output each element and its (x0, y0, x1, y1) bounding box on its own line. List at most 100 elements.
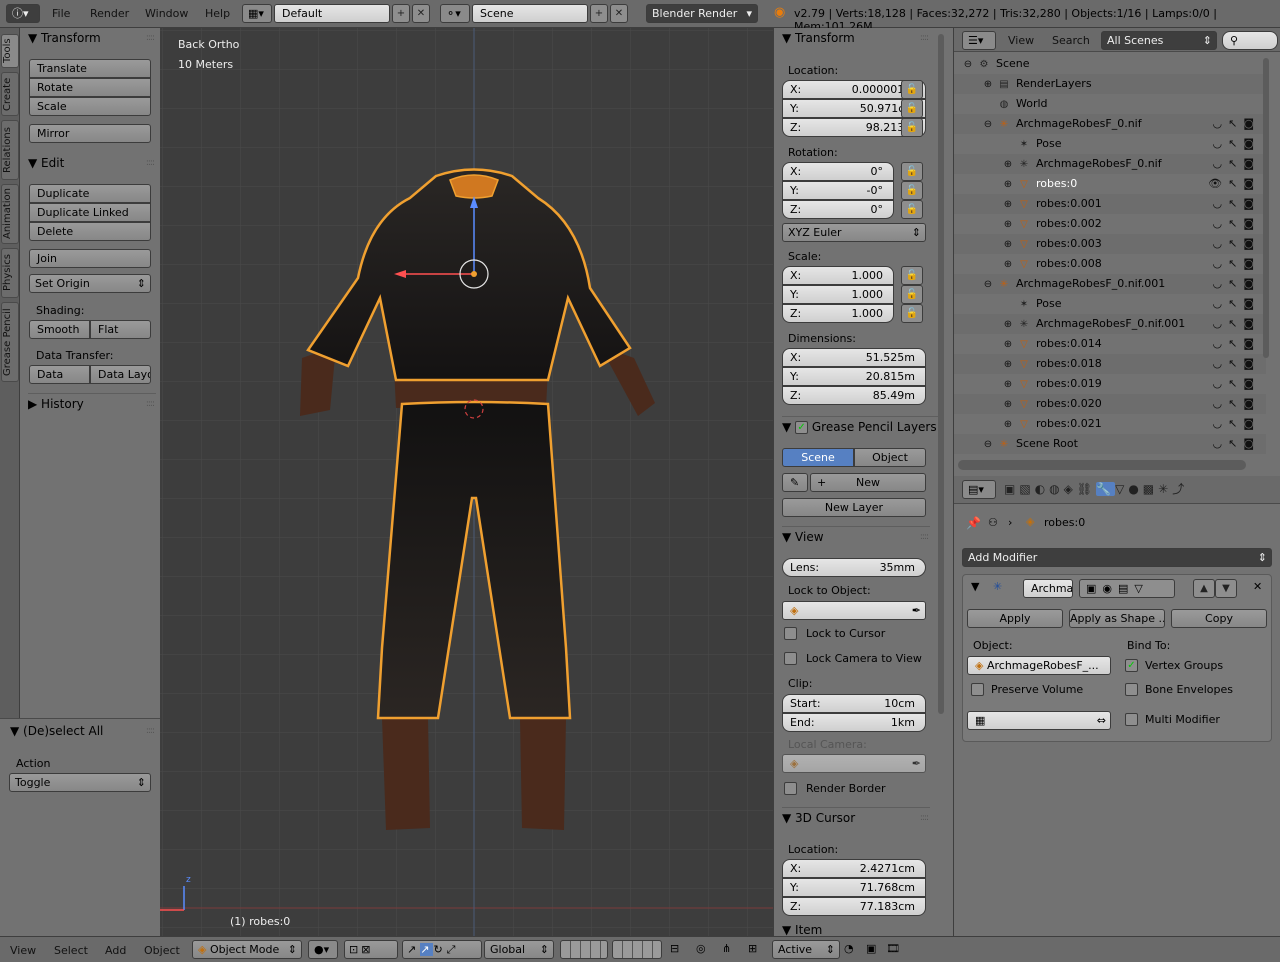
outliner-row[interactable]: ⊖ ⚙ Scene (954, 54, 1266, 74)
outliner-row[interactable]: ✶ Pose ◡↖◙ (954, 134, 1266, 154)
eyedropper-icon[interactable]: ✒ (912, 602, 921, 619)
scene-tab-icon[interactable]: ◐ (1035, 482, 1049, 496)
render-engine-select[interactable]: Blender Render ▾ (646, 4, 758, 23)
scene-name-field[interactable]: Scene (472, 4, 588, 23)
outliner-row[interactable]: ⊕ ▽ robes:0 👁↖◙ (954, 174, 1266, 194)
add-modifier-dropdown[interactable]: Add Modifier ⇕ (962, 548, 1272, 567)
opengl-animation-icon[interactable]: 🎞 (886, 942, 900, 955)
restriction-toggles[interactable]: ◡↖◙ (1213, 274, 1261, 294)
lock-icon[interactable]: 🔓 (901, 80, 923, 99)
copy-button[interactable]: Copy (1171, 609, 1267, 628)
outliner-row[interactable]: ⊕ ▽ robes:0.008 ◡↖◙ (954, 254, 1266, 274)
expand-icon[interactable]: ⊕ (1002, 375, 1014, 395)
scale-y-field[interactable]: Y: 1.000 (782, 285, 894, 304)
data-tab-icon[interactable]: ▽ (1115, 482, 1128, 496)
restriction-toggles[interactable]: ◡↖◙ (1213, 214, 1261, 234)
edit-mode-icon[interactable]: ▣ (1086, 582, 1102, 595)
rotation-x-field[interactable]: X: 0° (782, 162, 894, 181)
menu-window[interactable]: Window (145, 7, 188, 20)
expand-icon[interactable]: ⊕ (1002, 395, 1014, 415)
cursor-x-field[interactable]: X: 2.4271cm (782, 859, 926, 878)
outliner-view-menu[interactable]: View (1008, 34, 1034, 47)
outliner-row[interactable]: ⊕ ▽ robes:0.001 ◡↖◙ (954, 194, 1266, 214)
menu-add[interactable]: Add (105, 944, 126, 957)
outliner-row[interactable]: ⊕ ▽ robes:0.021 ◡↖◙ (954, 414, 1266, 434)
menu-view[interactable]: View (10, 944, 36, 957)
cage-icon[interactable]: ▽ (1134, 582, 1148, 595)
expand-icon[interactable]: ⊕ (1002, 315, 1014, 335)
gp-new-button[interactable]: + New (810, 473, 926, 492)
outliner-row[interactable]: ⊕ ✳ ArchmageRobesF_0.nif ◡↖◙ (954, 154, 1266, 174)
outliner-row[interactable]: ⊖ ✳ ArchmageRobesF_0.nif ◡↖◙ (954, 114, 1266, 134)
expand-icon[interactable]: ⊕ (1002, 335, 1014, 355)
particles-tab-icon[interactable]: ✳ (1158, 482, 1172, 496)
proportional-edit-icon[interactable]: ◎ (696, 942, 706, 955)
cursor-z-field[interactable]: Z: 77.183cm (782, 897, 926, 916)
invert-icon[interactable]: ⇔ (1097, 712, 1106, 729)
remove-scene-icon[interactable]: ✕ (610, 4, 628, 23)
opengl-render-icon[interactable]: ▣ (866, 942, 876, 955)
expand-icon[interactable]: ⊖ (982, 115, 994, 135)
pin-icon[interactable]: 📌 (966, 516, 981, 530)
expand-icon[interactable]: ⊕ (1002, 235, 1014, 255)
outliner-row[interactable]: ✶ Pose ◡↖◙ (954, 294, 1266, 314)
expand-icon[interactable]: ⊖ (962, 55, 974, 75)
gp-scene-button[interactable]: Scene (782, 448, 854, 467)
mirror-button[interactable]: Mirror (29, 124, 151, 143)
tab-create[interactable]: Create (1, 72, 19, 116)
translate-button[interactable]: Translate (29, 59, 151, 78)
data-layout-button[interactable]: Data Layo (90, 365, 151, 384)
rotation-y-field[interactable]: Y: -0° (782, 181, 894, 200)
lock-icon[interactable]: 🔓 (901, 181, 923, 200)
armature-object-field[interactable]: ◈ ArchmageRobesF_... (967, 656, 1111, 675)
grease-pencil-layers-header[interactable]: ▼ ✓ Grease Pencil Layers (782, 416, 942, 436)
restriction-toggles[interactable]: ◡↖◙ (1213, 374, 1261, 394)
expand-icon[interactable]: ⊕ (1002, 355, 1014, 375)
multi-modifier-checkbox[interactable] (1125, 713, 1138, 726)
constraints-tab-icon[interactable]: ⛓ (1077, 482, 1096, 496)
restriction-toggles[interactable]: ◡↖◙ (1213, 334, 1261, 354)
translate-manipulator-icon[interactable]: ↗ (407, 943, 420, 956)
outliner-row[interactable]: ⊕ ▽ robes:0.002 ◡↖◙ (954, 214, 1266, 234)
render-border-checkbox[interactable] (784, 782, 797, 795)
lock-object-field[interactable]: ◈ ✒ (782, 601, 926, 620)
pencil-icon[interactable]: ✎ (782, 473, 808, 492)
expand-icon[interactable]: ⊕ (1002, 255, 1014, 275)
outliner-hscrollbar[interactable] (958, 460, 1246, 470)
move-manipulator-icon[interactable]: ↗ (420, 943, 434, 956)
expand-icon[interactable]: ⊕ (982, 75, 994, 95)
outliner-row[interactable]: ⊕ ▤ RenderLayers (954, 74, 1266, 94)
outliner-row[interactable]: ⊕ ✳ ArchmageRobesF_0.nif.001 ◡↖◙ (954, 314, 1266, 334)
snap-target-dropdown[interactable]: Active ⇕ (772, 940, 840, 959)
clip-end-field[interactable]: End: 1km (782, 713, 926, 732)
deselect-panel-header[interactable]: ▼ (De)select All:::: (10, 721, 156, 741)
snap-icon[interactable]: ⋔ (722, 942, 731, 955)
restriction-toggles[interactable]: 👁↖◙ (1208, 174, 1260, 194)
lock-icon[interactable]: 🔓 (901, 99, 923, 118)
n-transform-header[interactable]: ▼ Transform:::: (782, 28, 930, 48)
duplicate-linked-button[interactable]: Duplicate Linked (29, 203, 151, 222)
expand-icon[interactable]: ⊕ (1002, 155, 1014, 175)
expand-icon[interactable]: ⊕ (1002, 195, 1014, 215)
mode-dropdown[interactable]: ◈ Object Mode ⇕ (192, 940, 302, 959)
edit-panel-header[interactable]: ▼ Edit:::: (28, 153, 156, 173)
outliner-row[interactable]: ⊕ ▽ robes:0.020 ◡↖◙ (954, 394, 1266, 414)
history-panel-header[interactable]: ▶ History:::: (28, 393, 156, 413)
rotation-z-field[interactable]: Z: 0° (782, 200, 894, 219)
move-down-icon[interactable]: ▼ (1215, 579, 1237, 598)
scale-manipulator-icon[interactable]: ⤢ (447, 943, 460, 956)
viewport-shading-icon[interactable]: ●▾ (308, 940, 338, 959)
restriction-toggles[interactable]: ◡↖◙ (1213, 254, 1261, 274)
physics-tab-icon[interactable]: ⤴ (1172, 482, 1188, 496)
outliner-row[interactable]: ⊕ ▽ robes:0.003 ◡↖◙ (954, 234, 1266, 254)
layout-name-field[interactable]: Default (274, 4, 390, 23)
outliner-search-input[interactable]: ⚲ (1222, 31, 1278, 50)
outliner-row[interactable]: ⊕ ▽ robes:0.018 ◡↖◙ (954, 354, 1266, 374)
3d-cursor-panel-header[interactable]: ▼ 3D Cursor:::: (782, 807, 930, 827)
sidebar-scrollbar[interactable] (938, 34, 944, 714)
material-tab-icon[interactable]: ● (1128, 482, 1142, 496)
rotation-mode-dropdown[interactable]: XYZ Euler ⇕ (782, 223, 926, 242)
manipulator-toggle-icon[interactable]: ⊠ (361, 943, 373, 956)
pivot-snap-buttons[interactable]: ⊡⊠ (344, 940, 398, 959)
remove-layout-icon[interactable]: ✕ (412, 4, 430, 23)
